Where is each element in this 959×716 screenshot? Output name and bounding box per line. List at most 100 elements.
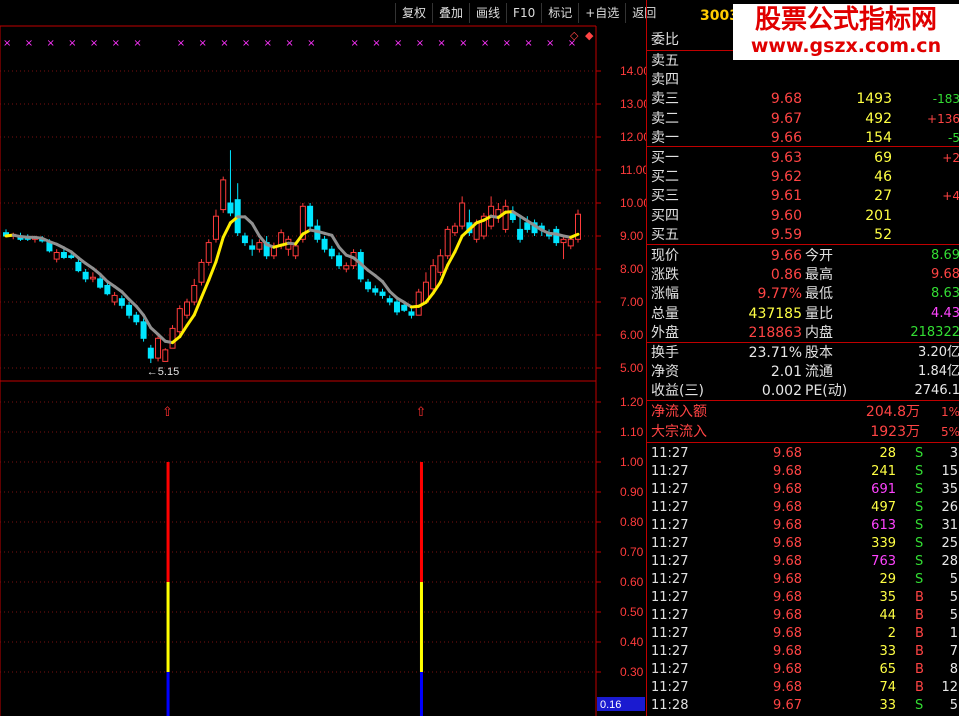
- candle[interactable]: [126, 304, 133, 316]
- trade-tick-row[interactable]: 11:27 9.68 691 S 35: [647, 481, 959, 499]
- trade-tick-row[interactable]: 11:27 9.68 44 B 5: [647, 607, 959, 625]
- candle[interactable]: [321, 238, 328, 250]
- candle[interactable]: [220, 179, 227, 211]
- trade-tick-row[interactable]: 11:27 9.68 35 B 5: [647, 589, 959, 607]
- candle[interactable]: [451, 225, 458, 234]
- overlay-button[interactable]: 叠加: [432, 3, 469, 23]
- ask-level-3[interactable]: 卖三 9.68 1493 -183: [647, 90, 959, 108]
- trade-tick-row[interactable]: 11:27 9.68 74 B 12: [647, 679, 959, 697]
- candle[interactable]: [292, 245, 299, 257]
- tick-price: 9.68: [773, 554, 802, 569]
- trade-tick-row[interactable]: 11:27 9.68 2 B 1: [647, 625, 959, 643]
- candle[interactable]: [147, 347, 154, 359]
- candle[interactable]: [75, 261, 82, 272]
- quote-row[interactable]: 总量 437185 量比 4.43: [647, 305, 959, 323]
- candle[interactable]: [256, 242, 263, 250]
- candle[interactable]: [517, 228, 524, 240]
- trade-tick-row[interactable]: 11:27 9.68 241 S 15: [647, 463, 959, 481]
- ma-line-up-segment: [453, 234, 464, 254]
- trade-tick-row[interactable]: 11:27 9.68 613 S 31: [647, 517, 959, 535]
- f10-button[interactable]: F10: [506, 3, 541, 23]
- candle[interactable]: [227, 202, 234, 214]
- candle[interactable]: [198, 261, 205, 283]
- bid-level-3[interactable]: 买三 9.61 27 +4: [647, 187, 959, 205]
- candle[interactable]: [82, 271, 89, 280]
- candle[interactable]: [430, 265, 437, 290]
- add-watchlist-button[interactable]: +自选: [578, 3, 625, 23]
- trade-tick-row[interactable]: 11:27 9.68 29 S 5: [647, 571, 959, 589]
- candle[interactable]: [176, 308, 183, 333]
- trade-tick-row[interactable]: 11:27 9.68 28 S 3: [647, 445, 959, 463]
- restore-right-button[interactable]: 复权: [395, 3, 432, 23]
- quote-row[interactable]: 涨幅 9.77% 最低 8.63: [647, 285, 959, 303]
- fund-label: 流通: [805, 364, 833, 381]
- candle[interactable]: [162, 349, 169, 362]
- ask-level-4[interactable]: 卖四: [647, 71, 959, 89]
- candle[interactable]: [155, 337, 162, 359]
- candle[interactable]: [104, 285, 111, 295]
- candle[interactable]: [111, 294, 118, 303]
- quote-row[interactable]: 外盘 218863 内盘 218322: [647, 324, 959, 342]
- trade-tick-row[interactable]: 11:27 9.68 33 B 7: [647, 643, 959, 661]
- trade-tick-row[interactable]: 11:27 9.68 497 S 26: [647, 499, 959, 517]
- candle[interactable]: [328, 248, 335, 257]
- quote-row[interactable]: 涨跌 0.86 最高 9.68: [647, 266, 959, 284]
- ask-level-2[interactable]: 卖二 9.67 492 +136: [647, 110, 959, 128]
- bid-level-1[interactable]: 买一 9.63 69 +2: [647, 149, 959, 167]
- quote-row[interactable]: 现价 9.66 今开 8.69: [647, 247, 959, 265]
- capital-flow-row[interactable]: 净流入额 204.8万 1%: [647, 403, 959, 421]
- candle[interactable]: [560, 238, 567, 244]
- candle[interactable]: [249, 245, 256, 250]
- candle[interactable]: [212, 215, 219, 240]
- candle[interactable]: [386, 298, 393, 303]
- chart-area[interactable]: 14.00 13.00 12.00 11.00 10.00 9.00 8.00 7.00 6.0…: [0, 0, 646, 716]
- fundamental-row[interactable]: 净资 2.01 流通 1.84亿: [647, 363, 959, 381]
- candle[interactable]: [408, 311, 415, 316]
- price-axis-label: 12.00: [620, 130, 646, 144]
- candle[interactable]: [307, 205, 314, 227]
- capital-flow-row[interactable]: 大宗流入 1923万 5%: [647, 423, 959, 441]
- trade-tick-row[interactable]: 11:27 9.68 763 S 28: [647, 553, 959, 571]
- candle[interactable]: [365, 281, 372, 290]
- mark-button[interactable]: 标记: [541, 3, 578, 23]
- candle[interactable]: [524, 222, 531, 230]
- candle[interactable]: [567, 238, 574, 247]
- candle[interactable]: [241, 235, 248, 244]
- trade-tick-row[interactable]: 11:28 9.67 33 S 5: [647, 697, 959, 715]
- trade-tick-row[interactable]: 11:27 9.68 65 B 8: [647, 661, 959, 679]
- candle[interactable]: [184, 301, 191, 316]
- signal-cross-marker: ×: [546, 38, 554, 49]
- candle[interactable]: [393, 301, 400, 313]
- candle[interactable]: [459, 202, 466, 227]
- candle[interactable]: [379, 291, 386, 296]
- candle[interactable]: [401, 304, 408, 311]
- candle[interactable]: [89, 276, 96, 280]
- candle[interactable]: [191, 285, 198, 303]
- candle[interactable]: [53, 252, 60, 260]
- candle[interactable]: [140, 321, 147, 339]
- candle[interactable]: [68, 255, 75, 258]
- candle[interactable]: [502, 205, 509, 230]
- candle[interactable]: [169, 327, 176, 349]
- candle[interactable]: [343, 265, 350, 270]
- candle[interactable]: [444, 228, 451, 257]
- draw-line-button[interactable]: 画线: [469, 3, 506, 23]
- candle[interactable]: [133, 314, 140, 323]
- fundamental-row[interactable]: 收益(三) 0.002 PE(动) 2746.1: [647, 382, 959, 400]
- bid-level-4[interactable]: 买四 9.60 201: [647, 207, 959, 225]
- quote-value: 0.86: [770, 267, 802, 284]
- ask-level-1[interactable]: 卖一 9.66 154 -5: [647, 129, 959, 147]
- bid-level-5[interactable]: 买五 9.59 52: [647, 226, 959, 244]
- candle[interactable]: [372, 288, 379, 293]
- candle[interactable]: [60, 252, 67, 258]
- candle[interactable]: [205, 242, 212, 263]
- candle[interactable]: [97, 278, 104, 288]
- candle[interactable]: [437, 255, 444, 273]
- fundamental-row[interactable]: 换手 23.71% 股本 3.20亿: [647, 344, 959, 362]
- trade-tick-row[interactable]: 11:27 9.68 339 S 25: [647, 535, 959, 553]
- candle[interactable]: [336, 255, 343, 267]
- candle[interactable]: [118, 298, 125, 306]
- price-axis-label: 8.00: [620, 262, 644, 276]
- bid-level-2[interactable]: 买二 9.62 46: [647, 168, 959, 186]
- tick-count: 25: [941, 536, 958, 551]
